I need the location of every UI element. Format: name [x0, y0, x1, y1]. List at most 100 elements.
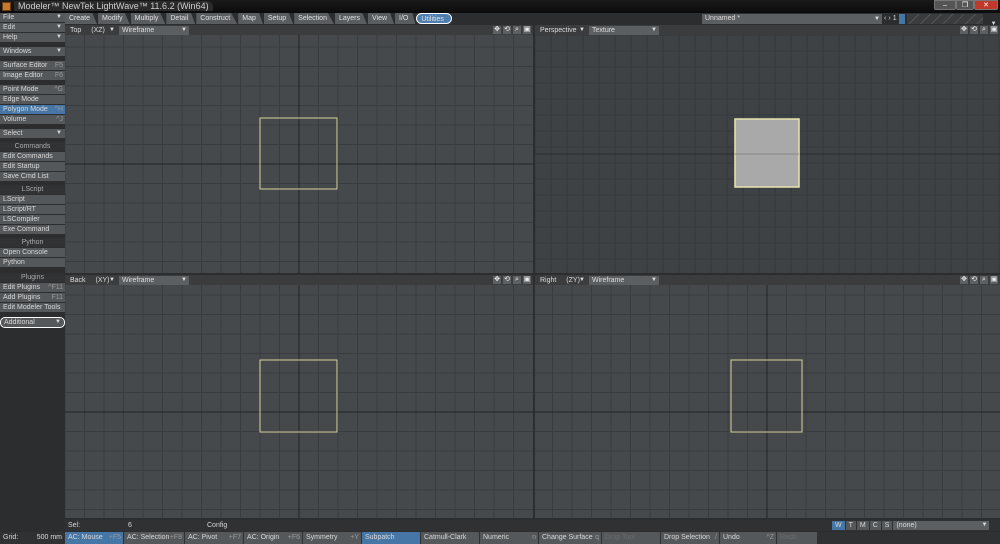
rotate-view-icon[interactable]: ⟲ [503, 26, 511, 34]
tab-layers[interactable]: Layers [334, 13, 367, 24]
wtmcs-t[interactable]: T [845, 521, 856, 530]
menu-help[interactable]: Help [0, 33, 65, 42]
object-select[interactable]: Unnamed * [702, 13, 882, 24]
zoom-view-icon[interactable]: ⌕ [513, 276, 521, 284]
edit-startup-button[interactable]: Edit Startup [0, 162, 65, 171]
edge-mode-button[interactable]: Edge Mode [0, 95, 65, 104]
viewport-right[interactable]: Right (ZY) Wireframe ✥⟲⌕▣ [535, 275, 1000, 518]
viewport-header: Right (ZY) Wireframe [535, 275, 1000, 285]
surface-select[interactable]: (none) [893, 521, 990, 530]
subpatch-button[interactable]: Subpatch [362, 532, 420, 544]
prev-layer-icon[interactable]: ‹ [884, 15, 886, 22]
tab-io[interactable]: I/O [395, 13, 416, 24]
save-cmd-list-button[interactable]: Save Cmd List [0, 172, 65, 181]
ac-selection-button[interactable]: AC: Selection +F8 [124, 532, 184, 544]
tab-detail[interactable]: Detail [166, 13, 196, 24]
view-type-select[interactable]: Top (XZ) [67, 25, 117, 35]
polygon-mode-button[interactable]: Polygon Mode ^H [0, 105, 65, 114]
zoom-view-icon[interactable]: ⌕ [513, 26, 521, 34]
tab-selection[interactable]: Selection [294, 13, 334, 24]
label: Edit Plugins [3, 284, 40, 291]
point-mode-button[interactable]: Point Mode ^G [0, 85, 65, 94]
catmull-clark-button[interactable]: Catmull-Clark [421, 532, 479, 544]
minimize-button[interactable]: – [934, 0, 956, 10]
numeric-button[interactable]: Numeric n [480, 532, 538, 544]
maximize-button[interactable]: ❐ [956, 0, 974, 10]
render-mode-select[interactable]: Wireframe [119, 275, 189, 285]
wtmcs-c[interactable]: C [869, 521, 881, 530]
next-layer-icon[interactable]: › [888, 15, 890, 22]
viewport-back[interactable]: Back (XY) Wireframe ✥⟲⌕▣ [65, 275, 533, 518]
menu-file[interactable]: File [0, 13, 65, 22]
move-view-icon[interactable]: ✥ [960, 276, 968, 284]
edit-commands-button[interactable]: Edit Commands [0, 152, 65, 161]
exe-command-button[interactable]: Exe Command [0, 225, 65, 234]
render-mode-select[interactable]: Texture [589, 25, 659, 35]
config-label: Config [207, 522, 228, 529]
shortcut: q [595, 534, 599, 541]
lscript-rt-button[interactable]: LScript/RT [0, 205, 65, 214]
menu-windows[interactable]: Windows [0, 47, 65, 56]
lscompiler-button[interactable]: LSCompiler [0, 215, 65, 224]
tab-setup[interactable]: Setup [263, 13, 294, 24]
change-surface-button[interactable]: Change Surface q [539, 532, 601, 544]
maximize-view-icon[interactable]: ▣ [523, 276, 531, 284]
view-type-select[interactable]: Perspective [537, 25, 587, 35]
edit-modeler-tools-button[interactable]: Edit Modeler Tools [0, 303, 65, 312]
move-view-icon[interactable]: ✥ [493, 276, 501, 284]
rotate-view-icon[interactable]: ⟲ [970, 276, 978, 284]
layer-slots[interactable] [906, 13, 983, 24]
wtmcs-m[interactable]: M [856, 521, 869, 530]
open-console-button[interactable]: Open Console [0, 248, 65, 257]
move-view-icon[interactable]: ✥ [493, 26, 501, 34]
maximize-view-icon[interactable]: ▣ [990, 26, 998, 34]
label: Subpatch [365, 534, 395, 541]
select-dropdown[interactable]: Select [0, 129, 65, 138]
lscript-button[interactable]: LScript [0, 195, 65, 204]
label: Numeric [483, 534, 510, 541]
zoom-view-icon[interactable]: ⌕ [980, 276, 988, 284]
redo-button[interactable]: Redo [777, 532, 817, 544]
render-mode-select[interactable]: Wireframe [589, 275, 659, 285]
tab-multiply[interactable]: Multiply [130, 13, 166, 24]
additional-dropdown[interactable]: Additional [0, 317, 65, 328]
label: AC: Origin [247, 534, 280, 541]
menu-edit[interactable]: Edit [0, 23, 65, 32]
volume-button[interactable]: Volume ^J [0, 115, 65, 124]
surface-editor-button[interactable]: Surface Editor F5 [0, 61, 65, 70]
tab-view[interactable]: View [367, 13, 395, 24]
ac-origin-button[interactable]: AC: Origin +F6 [244, 532, 302, 544]
tab-map[interactable]: Map [238, 13, 263, 24]
python-button[interactable]: Python [0, 258, 65, 267]
ac-mouse-button[interactable]: AC: Mouse +F5 [65, 532, 123, 544]
maximize-view-icon[interactable]: ▣ [990, 276, 998, 284]
viewport-perspective[interactable]: Perspective Texture ✥⟲⌕▣ [535, 25, 1000, 273]
tab-create[interactable]: Create [65, 13, 98, 24]
view-type-select[interactable]: Back (XY) [67, 275, 117, 285]
wtmcs-w[interactable]: W [832, 521, 845, 530]
edit-plugins-button[interactable]: Edit Plugins ^F11 [0, 283, 65, 292]
tab-utilities[interactable]: Utilities [416, 13, 452, 24]
wtmcs-s[interactable]: S [881, 521, 893, 530]
python-header: Python [0, 238, 65, 247]
add-plugins-button[interactable]: Add Plugins F11 [0, 293, 65, 302]
layer-slot-active[interactable] [898, 13, 905, 24]
grid [65, 285, 533, 518]
move-view-icon[interactable]: ✥ [960, 26, 968, 34]
undo-button[interactable]: Undo ^Z [720, 532, 776, 544]
zoom-view-icon[interactable]: ⌕ [980, 26, 988, 34]
drop-tool-button[interactable]: Drop Tool [602, 532, 660, 544]
viewport-top[interactable]: Top (XZ) Wireframe ✥⟲⌕▣ [65, 25, 533, 273]
rotate-view-icon[interactable]: ⟲ [503, 276, 511, 284]
ac-pivot-button[interactable]: AC: Pivot +F7 [185, 532, 243, 544]
symmetry-button[interactable]: Symmetry +Y [303, 532, 361, 544]
rotate-view-icon[interactable]: ⟲ [970, 26, 978, 34]
close-button[interactable]: ✕ [974, 0, 998, 10]
tab-construct[interactable]: Construct [196, 13, 238, 24]
tab-modify[interactable]: Modify [98, 13, 130, 24]
view-type-select[interactable]: Right (ZY) [537, 275, 587, 285]
drop-selection-button[interactable]: Drop Selection / [661, 532, 719, 544]
render-mode-select[interactable]: Wireframe [119, 25, 189, 35]
image-editor-button[interactable]: Image Editor F6 [0, 71, 65, 80]
maximize-view-icon[interactable]: ▣ [523, 26, 531, 34]
